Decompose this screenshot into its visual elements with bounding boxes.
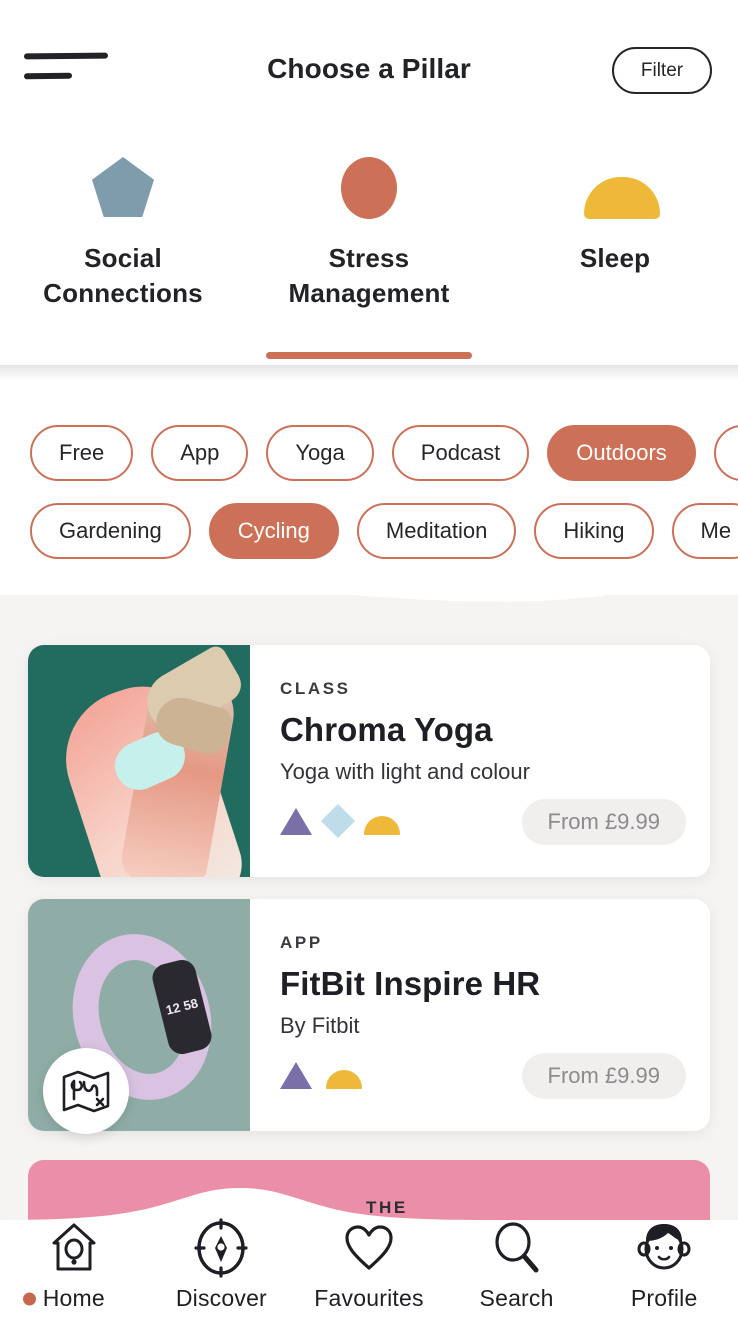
heart-icon [343, 1217, 395, 1279]
card-price-badge[interactable]: From £9.99 [521, 1053, 686, 1099]
active-indicator [266, 352, 472, 359]
dome-icon [326, 1070, 362, 1089]
chip-hiking[interactable]: Hiking [534, 503, 654, 559]
active-indicator-dot [22, 1292, 36, 1305]
triangle-icon [280, 1062, 312, 1089]
card-price-badge[interactable]: From £9.99 [521, 799, 686, 845]
circle-icon [338, 157, 400, 219]
card-eyebrow: CLASS [280, 679, 351, 698]
pillar-tab-stress-management[interactable]: Stress Management [246, 145, 492, 365]
chip-gardening[interactable]: Gardening [30, 503, 191, 559]
content-card[interactable]: 12 58 APP FitBit Inspire HR By Fitbit Fr… [28, 899, 710, 1131]
wavy-divider [0, 560, 738, 602]
card-pillar-shapes [280, 804, 400, 838]
card-eyebrow: APP [280, 933, 323, 952]
pentagon-icon [92, 157, 154, 219]
app-header: Choose a Pillar Filter [0, 0, 738, 145]
diamond-icon [321, 804, 355, 838]
filter-button[interactable]: Filter [612, 47, 712, 94]
nav-label: Profile [630, 1285, 698, 1311]
nav-label: Search [479, 1285, 554, 1311]
map-toggle-button[interactable] [43, 1048, 129, 1134]
magnifier-icon [491, 1217, 543, 1279]
dome-icon [364, 816, 400, 835]
dome-icon [584, 157, 660, 219]
pillar-label: Stress Management [288, 243, 450, 309]
chip-meditation[interactable]: Meditation [356, 503, 517, 559]
face-icon [636, 1217, 692, 1279]
pillar-label: Sleep [579, 243, 651, 273]
card-pillar-shapes [280, 1062, 362, 1089]
chip-podcast[interactable]: Podcast [391, 425, 530, 481]
nav-item-discover[interactable]: Discover [148, 1217, 296, 1312]
card-title: Chroma Yoga [280, 711, 493, 748]
chip-cycling[interactable]: Cycling [208, 503, 339, 559]
map-icon [62, 1070, 110, 1113]
chip-yoga[interactable]: Yoga [266, 425, 374, 481]
bottom-navigation: Home Discover Favourites Search Profile [0, 1186, 738, 1326]
header-divider-shadow [0, 365, 738, 381]
birdhouse-icon [49, 1217, 99, 1279]
chip-overflow-1[interactable] [713, 425, 738, 481]
nav-label: Favourites [314, 1285, 424, 1311]
chip-app[interactable]: App [151, 425, 249, 481]
nav-label: Discover [175, 1285, 267, 1311]
pillar-label: Social Connections [43, 243, 203, 309]
nav-item-search[interactable]: Search [443, 1217, 591, 1312]
nav-item-favourites[interactable]: Favourites [295, 1217, 443, 1312]
card-image-chroma-yoga [28, 645, 250, 877]
chip-row-2[interactable]: Gardening Cycling Meditation Hiking Me [0, 503, 738, 559]
triangle-icon [280, 808, 312, 835]
nav-item-home[interactable]: Home [0, 1217, 148, 1312]
chip-free[interactable]: Free [30, 425, 134, 481]
pillar-tabs: Social Connections Stress Management Sle… [0, 145, 738, 365]
card-title: FitBit Inspire HR [280, 965, 541, 1002]
chip-overflow-2[interactable]: Me [671, 503, 738, 559]
card-subtitle: By Fitbit [280, 1013, 360, 1038]
pillar-tab-sleep[interactable]: Sleep [492, 145, 738, 365]
content-card[interactable]: CLASS Chroma Yoga Yoga with light and co… [28, 645, 710, 877]
pillar-tab-social-connections[interactable]: Social Connections [0, 145, 246, 365]
chip-outdoors[interactable]: Outdoors [547, 425, 696, 481]
nav-item-profile[interactable]: Profile [590, 1217, 738, 1312]
nav-label: Home [22, 1285, 105, 1312]
chip-row-1[interactable]: Free App Yoga Podcast Outdoors [0, 425, 738, 481]
card-subtitle: Yoga with light and colour [280, 759, 530, 784]
compass-icon [192, 1217, 250, 1279]
